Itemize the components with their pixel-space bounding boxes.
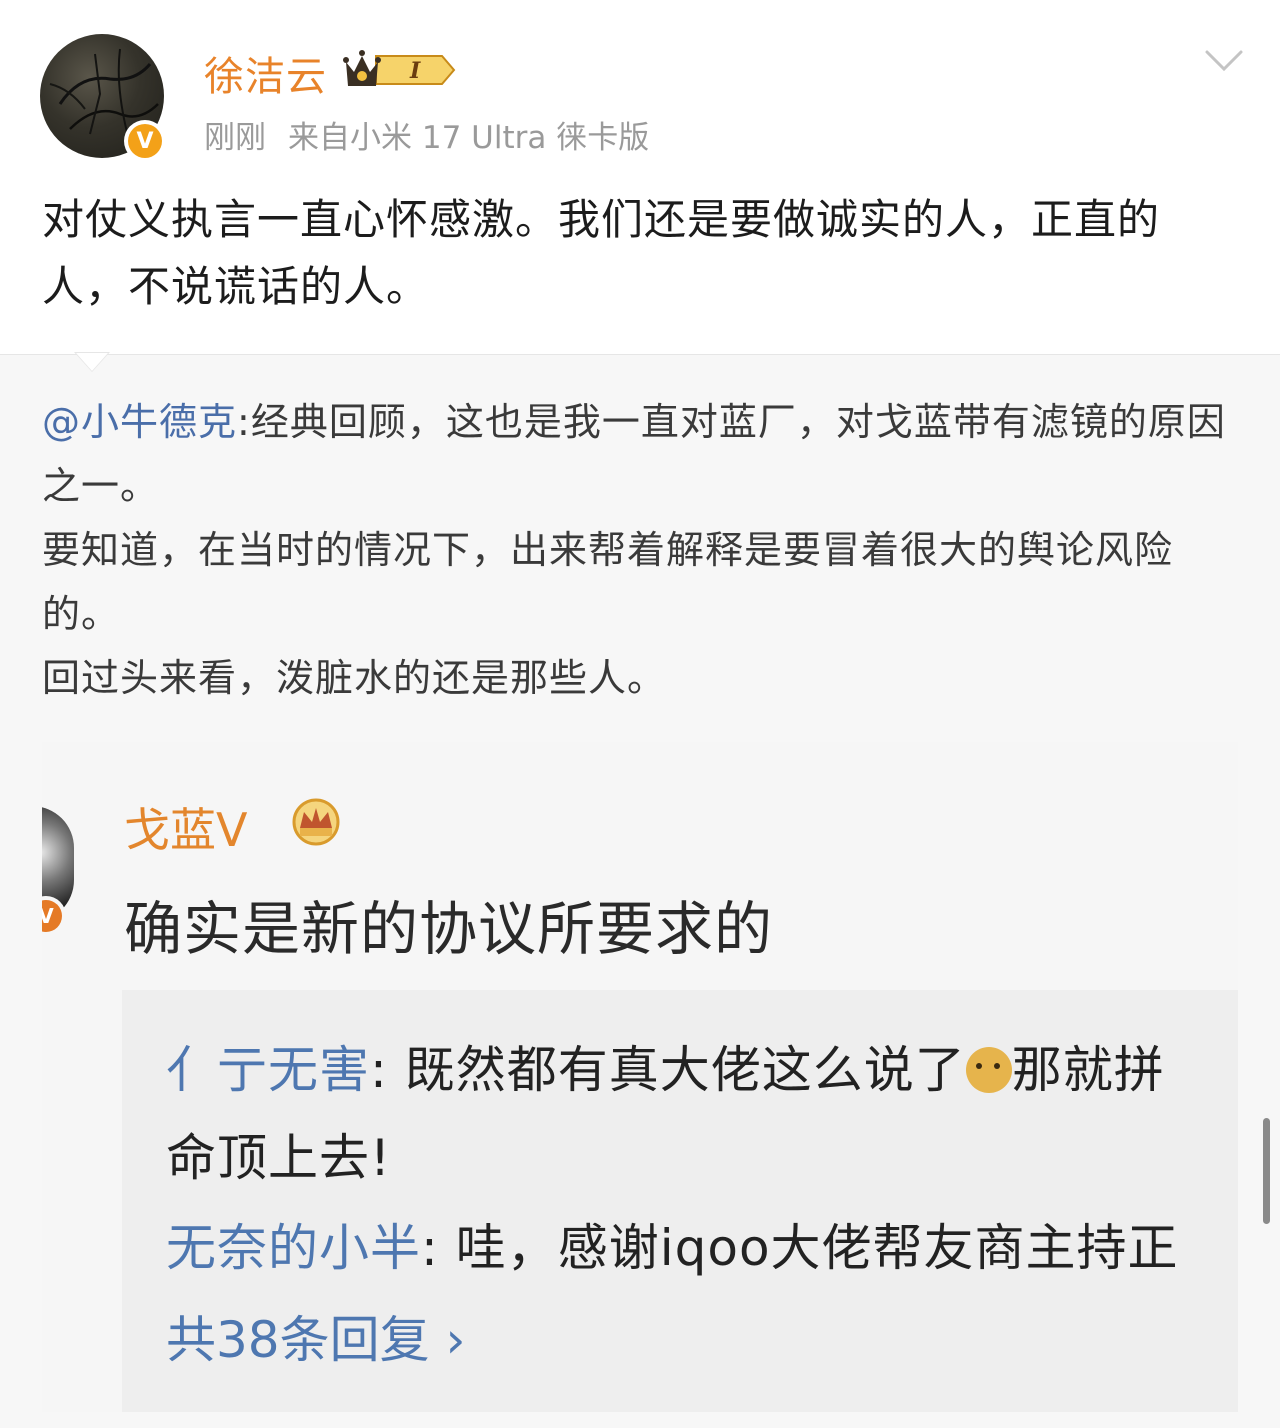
mention-link[interactable]: @小牛德克 [42,400,237,444]
crown-member-icon [292,798,340,846]
repost-text: @小牛德克:经典回顾，这也是我一直对蓝厂，对戈蓝带有滤镜的原因之一。 要知道，在… [42,390,1242,710]
svg-text:I: I [409,58,421,84]
crown-member-icon[interactable]: I [342,48,458,92]
replies-box: 亻亍无害: 既然都有真大佬这么说了 那就拼 命顶上去! 无奈的小半: 哇，感谢iq… [122,990,1238,1412]
verified-v-badge-icon: V [42,900,62,932]
reply-user: 无奈的小半 [166,1219,421,1277]
repost-line-2: 要知道，在当时的情况下，出来帮着解释是要冒着很大的舆论风险的。 [42,528,1174,636]
chevron-down-icon[interactable] [1204,48,1244,74]
verified-v-badge-icon: V [128,124,162,158]
screenshot-comment: 确实是新的协议所要求的 [124,895,774,963]
scrollbar[interactable] [1263,1118,1270,1224]
reply-item: 亻亍无害: 既然都有真大佬这么说了 那就拼 [166,1041,1165,1099]
repost-line-1: @小牛德克:经典回顾，这也是我一直对蓝厂，对戈蓝带有滤镜的原因之一。 [42,400,1226,508]
post-username[interactable]: 徐洁云 [204,44,327,102]
reply-item: 无奈的小半: 哇，感谢iqoo大佬帮友商主持正 [166,1219,1179,1277]
embedded-screenshot-image[interactable]: V 戈蓝V 确实是新的协议所要求的 亻亍无害: 既然都有真大佬这么说了 那就拼 命… [42,742,1238,1412]
reply-item-continued: 命顶上去! [166,1129,392,1187]
verified-badge: V [124,120,166,162]
more-replies-link: 共38条回复 › [166,1311,466,1369]
repost-line-3: 回过头来看，泼脏水的还是那些人。 [42,656,667,700]
repost-pointer [76,353,108,371]
post-meta: 刚刚 来自小米 17 Ultra 徕卡版 [204,112,649,157]
post-source: 来自小米 17 Ultra 徕卡版 [288,120,650,156]
doge-emoji-icon [965,1047,1012,1093]
reply-user: 亻亍无害 [166,1041,370,1099]
screenshot-username: 戈蓝V [124,803,248,857]
post-time: 刚刚 [204,120,266,156]
post-text: 对仗义执言一直心怀感激。我们还是要做诚实的人，正直的人，不说谎话的人。 [42,195,1161,311]
weibo-post: V 徐洁云 I 刚刚 来自小米 17 Ultra 徕卡版 对仗义执言一直心怀感激。… [0,0,1280,354]
